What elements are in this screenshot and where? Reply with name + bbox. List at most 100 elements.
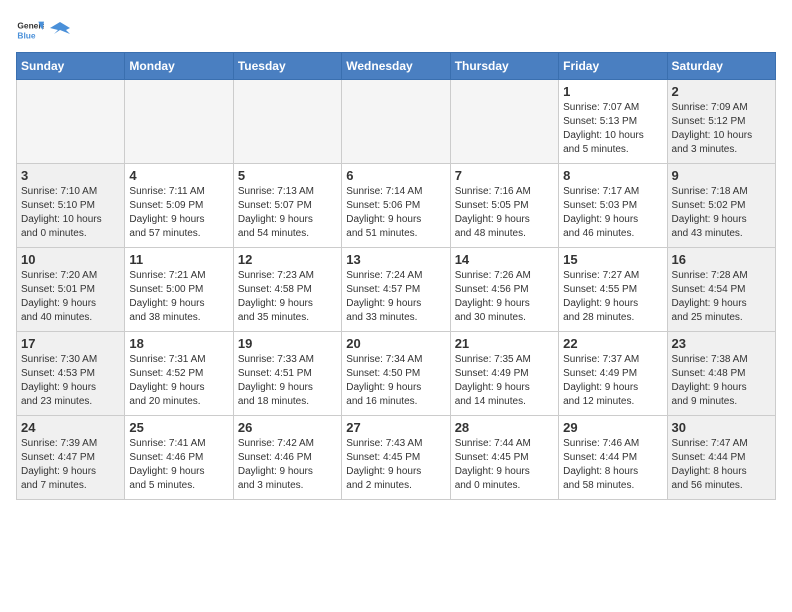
logo-icon: General Blue [16, 16, 44, 44]
day-info: Sunrise: 7:23 AM Sunset: 4:58 PM Dayligh… [238, 269, 337, 325]
day-number: 23 [672, 336, 771, 351]
day-number: 14 [455, 252, 554, 267]
day-info: Sunrise: 7:16 AM Sunset: 5:05 PM Dayligh… [455, 185, 554, 241]
day-info: Sunrise: 7:18 AM Sunset: 5:02 PM Dayligh… [672, 185, 771, 241]
day-info: Sunrise: 7:07 AM Sunset: 5:13 PM Dayligh… [563, 101, 662, 157]
day-number: 17 [21, 336, 120, 351]
svg-text:Blue: Blue [17, 30, 35, 40]
calendar-header-row: SundayMondayTuesdayWednesdayThursdayFrid… [17, 53, 776, 80]
calendar-cell: 28 Sunrise: 7:44 AM Sunset: 4:45 PM Dayli… [450, 416, 558, 500]
calendar-cell: 15 Sunrise: 7:27 AM Sunset: 4:55 PM Dayli… [559, 248, 667, 332]
day-info: Sunrise: 7:38 AM Sunset: 4:48 PM Dayligh… [672, 353, 771, 409]
day-number: 15 [563, 252, 662, 267]
day-number: 10 [21, 252, 120, 267]
calendar-cell: 5 Sunrise: 7:13 AM Sunset: 5:07 PM Daylig… [233, 164, 341, 248]
day-number: 26 [238, 420, 337, 435]
calendar-cell [450, 80, 558, 164]
calendar-week-5: 24 Sunrise: 7:39 AM Sunset: 4:47 PM Dayli… [17, 416, 776, 500]
calendar-cell [342, 80, 450, 164]
day-info: Sunrise: 7:42 AM Sunset: 4:46 PM Dayligh… [238, 437, 337, 493]
day-number: 28 [455, 420, 554, 435]
calendar-cell: 13 Sunrise: 7:24 AM Sunset: 4:57 PM Dayli… [342, 248, 450, 332]
day-number: 4 [129, 168, 228, 183]
calendar-cell: 24 Sunrise: 7:39 AM Sunset: 4:47 PM Dayli… [17, 416, 125, 500]
calendar-cell: 27Sunrise: 7:43 AM Sunset: 4:45 PM Dayli… [342, 416, 450, 500]
calendar-cell: 12 Sunrise: 7:23 AM Sunset: 4:58 PM Dayli… [233, 248, 341, 332]
calendar-cell: 7 Sunrise: 7:16 AM Sunset: 5:05 PM Daylig… [450, 164, 558, 248]
calendar-cell: 17Sunrise: 7:30 AM Sunset: 4:53 PM Dayli… [17, 332, 125, 416]
day-number: 22 [563, 336, 662, 351]
header-tuesday: Tuesday [233, 53, 341, 80]
day-info: Sunrise: 7:37 AM Sunset: 4:49 PM Dayligh… [563, 353, 662, 409]
day-info: Sunrise: 7:34 AM Sunset: 4:50 PM Dayligh… [346, 353, 445, 409]
header-sunday: Sunday [17, 53, 125, 80]
calendar-cell [125, 80, 233, 164]
day-info: Sunrise: 7:26 AM Sunset: 4:56 PM Dayligh… [455, 269, 554, 325]
day-number: 7 [455, 168, 554, 183]
day-info: Sunrise: 7:14 AM Sunset: 5:06 PM Dayligh… [346, 185, 445, 241]
day-number: 30 [672, 420, 771, 435]
calendar-cell: 30 Sunrise: 7:47 AM Sunset: 4:44 PM Dayli… [667, 416, 775, 500]
day-info: Sunrise: 7:47 AM Sunset: 4:44 PM Dayligh… [672, 437, 771, 493]
calendar-week-2: 3Sunrise: 7:10 AM Sunset: 5:10 PM Daylig… [17, 164, 776, 248]
day-info: Sunrise: 7:11 AM Sunset: 5:09 PM Dayligh… [129, 185, 228, 241]
logo-bird-icon [50, 20, 70, 40]
day-info: Sunrise: 7:10 AM Sunset: 5:10 PM Dayligh… [21, 185, 120, 241]
calendar-week-4: 17Sunrise: 7:30 AM Sunset: 4:53 PM Dayli… [17, 332, 776, 416]
day-info: Sunrise: 7:41 AM Sunset: 4:46 PM Dayligh… [129, 437, 228, 493]
day-info: Sunrise: 7:24 AM Sunset: 4:57 PM Dayligh… [346, 269, 445, 325]
calendar-cell: 11Sunrise: 7:21 AM Sunset: 5:00 PM Dayli… [125, 248, 233, 332]
calendar-cell: 26 Sunrise: 7:42 AM Sunset: 4:46 PM Dayli… [233, 416, 341, 500]
day-info: Sunrise: 7:13 AM Sunset: 5:07 PM Dayligh… [238, 185, 337, 241]
day-number: 24 [21, 420, 120, 435]
day-number: 25 [129, 420, 228, 435]
calendar-cell: 6 Sunrise: 7:14 AM Sunset: 5:06 PM Daylig… [342, 164, 450, 248]
calendar-cell: 9 Sunrise: 7:18 AM Sunset: 5:02 PM Daylig… [667, 164, 775, 248]
day-info: Sunrise: 7:20 AM Sunset: 5:01 PM Dayligh… [21, 269, 120, 325]
day-info: Sunrise: 7:44 AM Sunset: 4:45 PM Dayligh… [455, 437, 554, 493]
calendar-cell [233, 80, 341, 164]
day-number: 20 [346, 336, 445, 351]
day-number: 21 [455, 336, 554, 351]
calendar-cell: 2 Sunrise: 7:09 AM Sunset: 5:12 PM Daylig… [667, 80, 775, 164]
calendar-cell: 10 Sunrise: 7:20 AM Sunset: 5:01 PM Dayli… [17, 248, 125, 332]
calendar-cell: 1 Sunrise: 7:07 AM Sunset: 5:13 PM Daylig… [559, 80, 667, 164]
calendar-cell: 18 Sunrise: 7:31 AM Sunset: 4:52 PM Dayli… [125, 332, 233, 416]
calendar-cell: 16 Sunrise: 7:28 AM Sunset: 4:54 PM Dayli… [667, 248, 775, 332]
day-number: 9 [672, 168, 771, 183]
day-number: 1 [563, 84, 662, 99]
day-number: 19 [238, 336, 337, 351]
day-info: Sunrise: 7:46 AM Sunset: 4:44 PM Dayligh… [563, 437, 662, 493]
calendar-table: SundayMondayTuesdayWednesdayThursdayFrid… [16, 52, 776, 500]
day-info: Sunrise: 7:27 AM Sunset: 4:55 PM Dayligh… [563, 269, 662, 325]
day-number: 2 [672, 84, 771, 99]
day-number: 6 [346, 168, 445, 183]
day-info: Sunrise: 7:35 AM Sunset: 4:49 PM Dayligh… [455, 353, 554, 409]
day-number: 12 [238, 252, 337, 267]
calendar-week-3: 10 Sunrise: 7:20 AM Sunset: 5:01 PM Dayli… [17, 248, 776, 332]
day-info: Sunrise: 7:17 AM Sunset: 5:03 PM Dayligh… [563, 185, 662, 241]
calendar-cell: 22 Sunrise: 7:37 AM Sunset: 4:49 PM Dayli… [559, 332, 667, 416]
day-number: 13 [346, 252, 445, 267]
day-info: Sunrise: 7:09 AM Sunset: 5:12 PM Dayligh… [672, 101, 771, 157]
calendar-week-1: 1 Sunrise: 7:07 AM Sunset: 5:13 PM Daylig… [17, 80, 776, 164]
day-number: 29 [563, 420, 662, 435]
calendar-cell: 8Sunrise: 7:17 AM Sunset: 5:03 PM Daylig… [559, 164, 667, 248]
header-monday: Monday [125, 53, 233, 80]
day-number: 5 [238, 168, 337, 183]
header-friday: Friday [559, 53, 667, 80]
day-info: Sunrise: 7:39 AM Sunset: 4:47 PM Dayligh… [21, 437, 120, 493]
day-number: 18 [129, 336, 228, 351]
logo: General Blue [16, 16, 70, 44]
header-thursday: Thursday [450, 53, 558, 80]
day-info: Sunrise: 7:28 AM Sunset: 4:54 PM Dayligh… [672, 269, 771, 325]
day-number: 11 [129, 252, 228, 267]
day-number: 16 [672, 252, 771, 267]
calendar-cell: 4 Sunrise: 7:11 AM Sunset: 5:09 PM Daylig… [125, 164, 233, 248]
day-info: Sunrise: 7:43 AM Sunset: 4:45 PM Dayligh… [346, 437, 445, 493]
day-info: Sunrise: 7:33 AM Sunset: 4:51 PM Dayligh… [238, 353, 337, 409]
calendar-cell: 21 Sunrise: 7:35 AM Sunset: 4:49 PM Dayli… [450, 332, 558, 416]
calendar-cell: 14 Sunrise: 7:26 AM Sunset: 4:56 PM Dayli… [450, 248, 558, 332]
day-info: Sunrise: 7:31 AM Sunset: 4:52 PM Dayligh… [129, 353, 228, 409]
header-saturday: Saturday [667, 53, 775, 80]
